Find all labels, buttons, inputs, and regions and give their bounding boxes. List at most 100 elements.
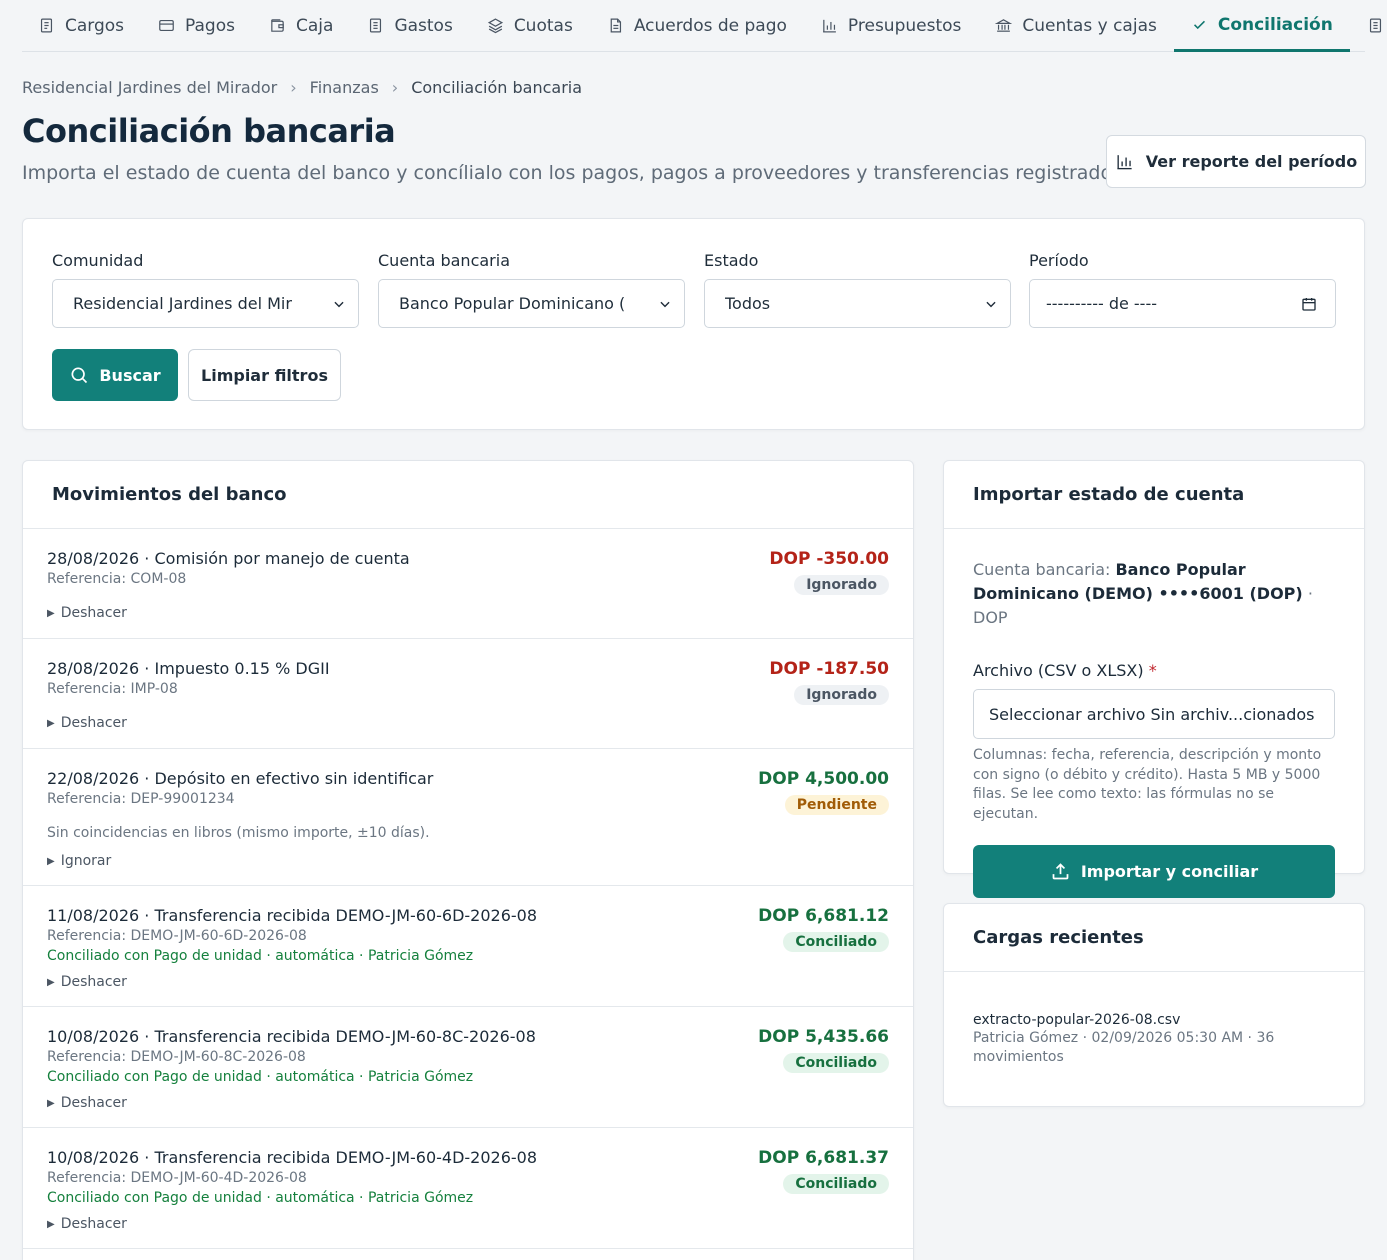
status-label: Estado xyxy=(704,251,759,270)
recent-file-meta: Patricia Gómez · 02/09/2026 05:30 AM · 3… xyxy=(973,1030,1275,1065)
movement-match: Conciliado con Pago de unidad · automáti… xyxy=(47,1069,474,1085)
movement-row: 28/08/2026 · Impuesto 0.15 % DGII Referen… xyxy=(23,639,913,749)
movement-reference: Referencia: DEP-99001234 xyxy=(47,791,235,807)
movement-action-deshacer[interactable]: ▶ Deshacer xyxy=(47,605,889,621)
movement-action-deshacer[interactable]: ▶ Deshacer xyxy=(47,1216,889,1232)
file-label: Archivo (CSV o XLSX) * xyxy=(973,661,1157,680)
movements-title: Movimientos del banco xyxy=(23,461,913,529)
nav-pagos[interactable]: Pagos xyxy=(141,0,252,51)
status-badge: Pendiente xyxy=(784,795,889,815)
breadcrumb-finanzas[interactable]: Finanzas xyxy=(310,78,379,97)
movement-reference: Referencia: DEMO-JM-60-8C-2026-08 xyxy=(47,1049,306,1065)
card-icon xyxy=(159,19,174,32)
doc-icon xyxy=(1369,18,1381,33)
status-select[interactable]: Todos xyxy=(704,279,1011,328)
movement-reference: Referencia: IMP-08 xyxy=(47,681,178,697)
nav-caja[interactable]: Caja xyxy=(252,0,350,51)
movement-row: 10/08/2026 · Transferencia recibida DEMO… xyxy=(23,1007,913,1128)
bar-chart-icon xyxy=(1117,155,1132,170)
movement-row: 11/08/2026 · Transferencia recibida DEMO… xyxy=(23,886,913,1007)
movement-title: 28/08/2026 · Impuesto 0.15 % DGII xyxy=(47,659,330,678)
movement-reference: Referencia: COM-08 xyxy=(47,571,187,587)
view-report-button[interactable]: Ver reporte del período xyxy=(1106,135,1366,188)
movement-action-deshacer[interactable]: ▶ Deshacer xyxy=(47,715,889,731)
import-statement-card: Importar estado de cuenta Cuenta bancari… xyxy=(943,460,1365,898)
import-reconcile-button[interactable]: Importar y conciliar xyxy=(973,845,1335,898)
required-mark: * xyxy=(1148,661,1157,680)
community-label: Comunidad xyxy=(52,251,144,270)
doc-icon xyxy=(40,18,53,33)
import-title: Importar estado de cuenta xyxy=(944,461,1364,529)
status-badge: Ignorado xyxy=(794,685,889,705)
status-badge: Ignorado xyxy=(794,575,889,595)
bank-movements-card: Movimientos del banco 28/08/2026 · Comis… xyxy=(22,460,914,1260)
nav-cuentas[interactable]: Cuentas y cajas xyxy=(978,0,1173,51)
period-label: Período xyxy=(1029,251,1089,270)
account-label: Cuenta bancaria xyxy=(378,251,510,270)
movement-title: 28/08/2026 · Comisión por manejo de cuen… xyxy=(47,549,410,568)
calendar-icon xyxy=(1302,297,1316,311)
wallet-icon xyxy=(271,19,284,32)
movement-amount: DOP 6,681.37 xyxy=(758,1148,889,1168)
movement-match: Conciliado con Pago de unidad · automáti… xyxy=(47,948,474,964)
triangle-right-icon: ▶ xyxy=(47,717,55,729)
movement-reference: Referencia: DEMO-JM-60-6D-2026-08 xyxy=(47,928,307,944)
page-title: Conciliación bancaria xyxy=(22,112,396,150)
triangle-right-icon: ▶ xyxy=(47,1218,55,1230)
filters-card: Comunidad Residencial Jardines del Mir C… xyxy=(22,218,1365,430)
top-nav: Cargos Pagos Caja Gastos Cuotas Acuerdos… xyxy=(22,0,1381,52)
movement-amount: DOP -187.50 xyxy=(769,659,889,679)
movement-amount: DOP -350.00 xyxy=(769,549,889,569)
triangle-right-icon: ▶ xyxy=(47,607,55,619)
nav-presupuestos[interactable]: Presupuestos xyxy=(804,0,978,51)
file-input[interactable]: Seleccionar archivo Sin archiv...cionado… xyxy=(973,689,1335,739)
nav-cargos[interactable]: Cargos xyxy=(22,0,141,51)
movement-amount: DOP 6,681.12 xyxy=(758,906,889,926)
movement-row: 28/08/2026 · Comisión por manejo de cuen… xyxy=(23,529,913,639)
movement-amount: DOP 5,435.66 xyxy=(758,1027,889,1047)
status-badge: Conciliado xyxy=(783,1053,889,1073)
triangle-right-icon: ▶ xyxy=(47,1097,55,1109)
nav-conciliacion[interactable]: Conciliación xyxy=(1173,0,1350,52)
import-account: Cuenta bancaria: Banco Popular Dominican… xyxy=(973,560,1313,627)
layers-icon xyxy=(487,18,503,34)
chevron-down-icon xyxy=(660,301,670,307)
breadcrumb-community[interactable]: Residencial Jardines del Mirador xyxy=(22,78,277,97)
nav-more[interactable] xyxy=(1350,0,1387,51)
nav-cuotas[interactable]: Cuotas xyxy=(470,0,590,51)
movement-row: 22/08/2026 · Depósito en efectivo sin id… xyxy=(23,749,913,886)
movement-match: Conciliado con Pago de unidad · automáti… xyxy=(47,1190,474,1206)
page-subtitle: Importa el estado de cuenta del banco y … xyxy=(22,162,1129,184)
breadcrumb-current: Conciliación bancaria xyxy=(411,78,583,97)
file-help-text: Columnas: fecha, referencia, descripción… xyxy=(973,747,1322,822)
chevron-right-icon: › xyxy=(391,78,399,97)
account-select[interactable]: Banco Popular Dominicano ( xyxy=(378,279,685,328)
recent-file-name[interactable]: extracto-popular-2026-08.csv xyxy=(944,1012,1364,1028)
nav-acuerdos[interactable]: Acuerdos de pago xyxy=(590,0,804,51)
search-button[interactable]: Buscar xyxy=(52,349,178,401)
chevron-down-icon xyxy=(986,301,996,307)
movement-action-deshacer[interactable]: ▶ Deshacer xyxy=(47,974,889,990)
clear-filters-button[interactable]: Limpiar filtros xyxy=(188,349,341,401)
movement-action-deshacer[interactable]: ▶ Deshacer xyxy=(47,1095,889,1111)
movement-amount: DOP 4,500.00 xyxy=(758,769,889,789)
upload-icon xyxy=(1052,863,1069,880)
status-badge: Conciliado xyxy=(783,1174,889,1194)
triangle-right-icon: ▶ xyxy=(47,976,55,988)
nav-gastos[interactable]: Gastos xyxy=(350,0,469,51)
check-icon xyxy=(1193,20,1205,30)
movement-note: Sin coincidencias en libros (mismo impor… xyxy=(47,825,430,841)
status-badge: Conciliado xyxy=(783,932,889,952)
bar-chart-icon xyxy=(823,19,836,33)
search-icon xyxy=(71,367,88,384)
community-select[interactable]: Residencial Jardines del Mir xyxy=(52,279,359,328)
triangle-right-icon: ▶ xyxy=(47,855,55,867)
breadcrumb: Residencial Jardines del Mirador › Finan… xyxy=(22,78,582,97)
period-input[interactable]: ---------- de ---- xyxy=(1029,279,1336,328)
recent-uploads-card: Cargas recientes extracto-popular-2026-0… xyxy=(943,903,1365,1107)
receipt-icon xyxy=(370,18,382,33)
chevron-right-icon: › xyxy=(290,78,297,97)
movement-row: 10/08/2026 · Transferencia recibida DEMO… xyxy=(23,1128,913,1249)
movement-action-ignorar[interactable]: ▶ Ignorar xyxy=(47,853,889,869)
movement-reference: Referencia: DEMO-JM-60-4D-2026-08 xyxy=(47,1170,307,1186)
